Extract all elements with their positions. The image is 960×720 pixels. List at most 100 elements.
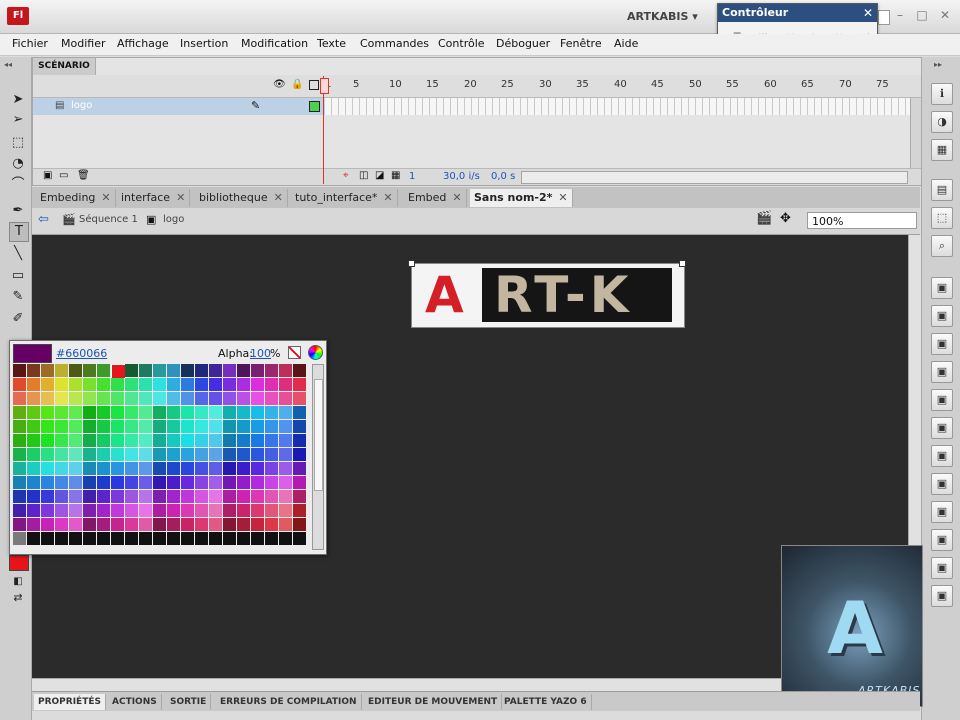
color-swatch[interactable]	[69, 378, 82, 391]
color-swatch[interactable]	[181, 504, 194, 517]
outline-icon[interactable]	[309, 80, 319, 90]
color-swatch[interactable]	[181, 462, 194, 475]
color-swatch[interactable]	[125, 406, 138, 419]
color-swatch[interactable]	[153, 378, 166, 391]
color-swatch[interactable]	[167, 476, 180, 489]
menu-affichage[interactable]: Affichage	[117, 37, 169, 50]
3d-rotation-icon[interactable]: ◔	[9, 155, 27, 173]
stage-hscroll[interactable]	[32, 678, 908, 691]
color-swatch[interactable]	[125, 448, 138, 461]
color-swatch[interactable]	[209, 364, 222, 377]
color-swatch[interactable]	[279, 462, 292, 475]
color-swatch[interactable]	[13, 378, 26, 391]
color-swatch[interactable]	[125, 462, 138, 475]
color-swatch[interactable]	[41, 532, 54, 545]
color-swatch[interactable]	[13, 462, 26, 475]
component-icon[interactable]: ▣	[931, 445, 953, 467]
color-swatch[interactable]	[293, 532, 306, 545]
color-swatch[interactable]	[209, 448, 222, 461]
color-swatch[interactable]	[279, 364, 292, 377]
color-swatch[interactable]	[69, 364, 82, 377]
color-swatch[interactable]	[13, 532, 26, 545]
color-swatch[interactable]	[251, 448, 264, 461]
info-icon[interactable]: ℹ	[931, 83, 953, 105]
color-swatch[interactable]	[125, 490, 138, 503]
search-field[interactable]	[878, 10, 890, 25]
color-swatch[interactable]	[265, 392, 278, 405]
menu-fichier[interactable]: Fichier	[12, 37, 48, 50]
color-swatch[interactable]	[55, 448, 68, 461]
color-swatch[interactable]	[167, 462, 180, 475]
color-swatch[interactable]	[27, 462, 40, 475]
color-swatch[interactable]	[279, 490, 292, 503]
color-swatch[interactable]	[209, 434, 222, 447]
color-swatch[interactable]	[27, 434, 40, 447]
color-swatch[interactable]	[209, 532, 222, 545]
tab-editeur-mouvement[interactable]: EDITEUR DE MOUVEMENT	[364, 694, 503, 710]
color-swatch[interactable]	[139, 462, 152, 475]
component-icon[interactable]: ▣	[931, 557, 953, 579]
color-swatch[interactable]	[139, 420, 152, 433]
color-swatch[interactable]	[97, 518, 110, 531]
color-swatch[interactable]	[265, 420, 278, 433]
color-swatch[interactable]	[209, 518, 222, 531]
color-swatch[interactable]	[293, 518, 306, 531]
color-swatch[interactable]	[237, 462, 250, 475]
tab-sortie[interactable]: SORTIE	[166, 694, 212, 710]
expand-icon[interactable]: ▸▸	[934, 60, 942, 69]
scene-link[interactable]: Séquence 1	[79, 214, 138, 225]
color-swatch[interactable]	[153, 448, 166, 461]
color-swatch[interactable]	[41, 504, 54, 517]
color-swatch[interactable]	[181, 364, 194, 377]
library-icon[interactable]: ⌕	[931, 235, 953, 257]
color-swatch[interactable]	[195, 392, 208, 405]
color-swatch[interactable]	[41, 364, 54, 377]
tab-bibliotheque[interactable]: bibliotheque ✕	[195, 189, 288, 207]
menu-aide[interactable]: Aide	[614, 37, 638, 50]
color-swatch[interactable]	[153, 476, 166, 489]
scroll-thumb[interactable]	[314, 379, 323, 491]
color-swatch[interactable]	[97, 378, 110, 391]
color-swatch[interactable]	[251, 434, 264, 447]
color-swatch[interactable]	[41, 420, 54, 433]
color-swatch[interactable]	[55, 490, 68, 503]
color-swatch[interactable]	[251, 476, 264, 489]
color-swatch[interactable]	[13, 434, 26, 447]
close-icon[interactable]: ✕	[101, 191, 110, 204]
color-swatch[interactable]	[167, 406, 180, 419]
color-swatch[interactable]	[209, 392, 222, 405]
color-swatch[interactable]	[293, 420, 306, 433]
eye-icon[interactable]: 👁	[273, 79, 286, 90]
text-icon[interactable]: T	[9, 222, 29, 242]
color-swatch[interactable]	[83, 504, 96, 517]
color-swatch[interactable]	[237, 378, 250, 391]
tab-actions[interactable]: ACTIONS	[108, 694, 162, 710]
color-swatch[interactable]	[293, 504, 306, 517]
color-swatch[interactable]	[69, 518, 82, 531]
color-swatch[interactable]	[111, 490, 124, 503]
color-swatch[interactable]	[153, 420, 166, 433]
color-swatch[interactable]	[279, 434, 292, 447]
color-swatch[interactable]	[195, 364, 208, 377]
color-swatch[interactable]	[223, 504, 236, 517]
color-swatch[interactable]	[125, 504, 138, 517]
color-swatch[interactable]	[69, 406, 82, 419]
color-swatch[interactable]	[111, 364, 126, 379]
symbol-link[interactable]: logo	[163, 214, 184, 225]
color-swatch[interactable]	[55, 434, 68, 447]
close-icon[interactable]: ✕	[452, 191, 461, 204]
color-swatch[interactable]	[55, 532, 68, 545]
color-swatch[interactable]	[251, 392, 264, 405]
color-swatch[interactable]	[139, 406, 152, 419]
color-swatch[interactable]	[251, 420, 264, 433]
lasso-icon[interactable]: ⌒	[9, 176, 27, 194]
color-swatch[interactable]	[251, 406, 264, 419]
color-swatch[interactable]	[237, 490, 250, 503]
color-swatch[interactable]	[167, 490, 180, 503]
menu-modification[interactable]: Modification	[241, 37, 308, 50]
align-icon[interactable]: ▤	[931, 179, 953, 201]
color-swatch[interactable]	[223, 462, 236, 475]
layer-row-logo[interactable]: ▤ logo ✎	[33, 98, 325, 115]
color-swatch[interactable]	[279, 504, 292, 517]
color-swatch[interactable]	[111, 504, 124, 517]
